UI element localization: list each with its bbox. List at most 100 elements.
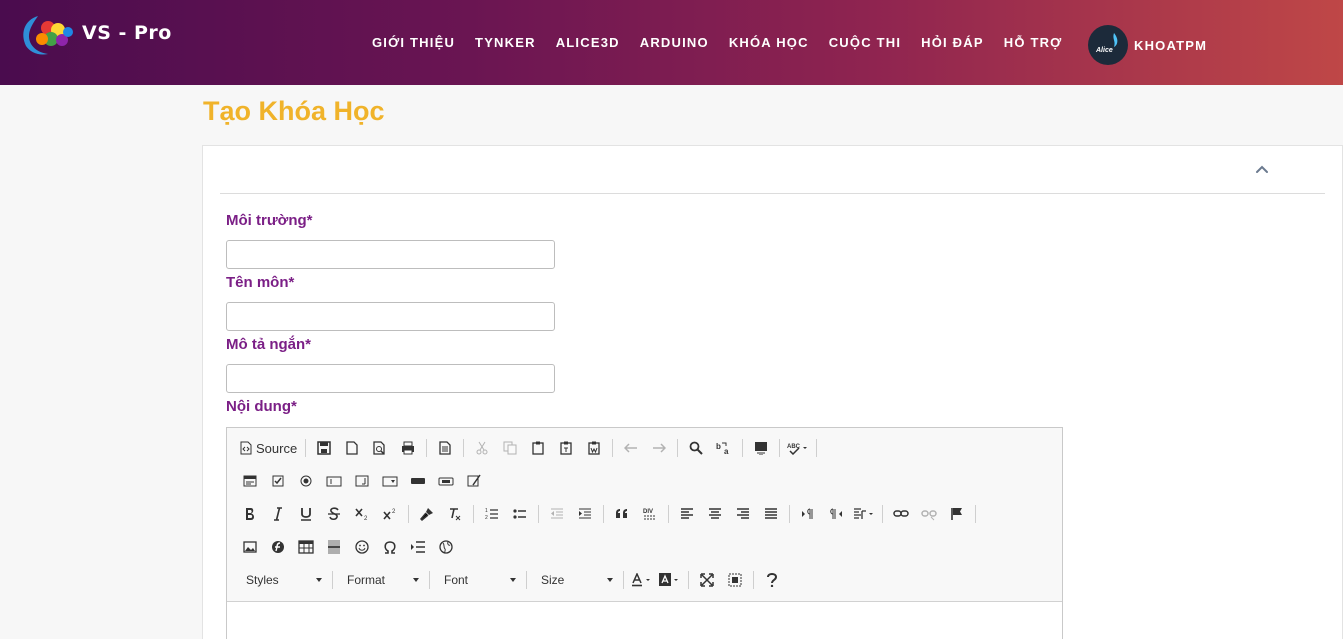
textarea-button[interactable] bbox=[348, 468, 376, 494]
paintbrush-icon bbox=[420, 508, 433, 521]
toolbar-row-2 bbox=[236, 468, 488, 494]
source-button[interactable]: Source bbox=[236, 435, 301, 461]
svg-text:DIV: DIV bbox=[643, 509, 653, 515]
svg-text:b: b bbox=[716, 442, 721, 451]
avatar[interactable]: Alice bbox=[1088, 25, 1128, 65]
nav-item-khoa-hoc[interactable]: KHÓA HỌC bbox=[719, 35, 819, 50]
table-button[interactable] bbox=[292, 534, 320, 560]
rtl-button[interactable] bbox=[822, 501, 850, 527]
form-button[interactable] bbox=[236, 468, 264, 494]
maximize-button[interactable] bbox=[693, 567, 721, 593]
nav-item-arduino[interactable]: ARDUINO bbox=[630, 35, 719, 50]
subscript-button[interactable]: 2 bbox=[348, 501, 376, 527]
environment-input[interactable] bbox=[226, 240, 555, 269]
text-field-button[interactable] bbox=[320, 468, 348, 494]
chevron-down-icon bbox=[316, 578, 322, 582]
nav-item-tynker[interactable]: TYNKER bbox=[465, 35, 546, 50]
flash-button[interactable] bbox=[264, 534, 292, 560]
templates-button[interactable] bbox=[431, 435, 459, 461]
italic-button[interactable] bbox=[264, 501, 292, 527]
copy-button[interactable] bbox=[496, 435, 524, 461]
nav-item-ho-tro[interactable]: HỖ TRỢ bbox=[994, 35, 1073, 50]
format-label: Format bbox=[347, 573, 386, 587]
spellcheck-button[interactable]: ABC bbox=[784, 435, 812, 461]
nav-item-hoi-dap[interactable]: HỎI ĐÁP bbox=[911, 35, 994, 50]
text-color-button[interactable] bbox=[628, 567, 656, 593]
copy-format-button[interactable] bbox=[413, 501, 441, 527]
preview-button[interactable] bbox=[366, 435, 394, 461]
user-menu[interactable]: Alice KHOATPM bbox=[1088, 25, 1207, 65]
source-icon bbox=[240, 441, 252, 455]
environment-label: Môi trường* bbox=[226, 212, 313, 229]
align-right-button[interactable] bbox=[729, 501, 757, 527]
new-page-button[interactable] bbox=[338, 435, 366, 461]
size-dropdown[interactable]: Size bbox=[531, 567, 619, 593]
subject-name-input[interactable] bbox=[226, 302, 555, 331]
flag-icon bbox=[951, 508, 962, 520]
smiley-button[interactable] bbox=[348, 534, 376, 560]
numbered-list-button[interactable]: 12 bbox=[478, 501, 506, 527]
site-logo[interactable]: VS - Pro bbox=[18, 12, 178, 58]
cut-button[interactable] bbox=[468, 435, 496, 461]
nav-item-cuoc-thi[interactable]: CUỘC THI bbox=[819, 35, 911, 50]
image-button-button[interactable] bbox=[432, 468, 460, 494]
outdent-button[interactable] bbox=[543, 501, 571, 527]
select-field-button[interactable] bbox=[376, 468, 404, 494]
link-button[interactable] bbox=[887, 501, 915, 527]
user-name[interactable]: KHOATPM bbox=[1134, 38, 1207, 53]
short-description-input[interactable] bbox=[226, 364, 555, 393]
align-left-button[interactable] bbox=[673, 501, 701, 527]
remove-format-button[interactable] bbox=[441, 501, 469, 527]
alice-avatar-icon: Alice bbox=[1095, 33, 1118, 54]
align-center-button[interactable] bbox=[701, 501, 729, 527]
help-button[interactable] bbox=[758, 567, 786, 593]
paste-text-button[interactable] bbox=[552, 435, 580, 461]
blockquote-button[interactable] bbox=[608, 501, 636, 527]
image-button[interactable] bbox=[236, 534, 264, 560]
background-color-button[interactable] bbox=[656, 567, 684, 593]
ltr-button[interactable] bbox=[794, 501, 822, 527]
create-div-button[interactable]: DIV bbox=[636, 501, 664, 527]
format-dropdown[interactable]: Format bbox=[337, 567, 425, 593]
hidden-field-button[interactable] bbox=[460, 468, 488, 494]
language-button[interactable] bbox=[850, 501, 878, 527]
justify-button[interactable] bbox=[757, 501, 785, 527]
bulleted-list-button[interactable] bbox=[506, 501, 534, 527]
print-button[interactable] bbox=[394, 435, 422, 461]
superscript-button[interactable]: 2 bbox=[376, 501, 404, 527]
collapse-button[interactable] bbox=[1253, 160, 1271, 178]
smiley-icon bbox=[355, 540, 369, 554]
find-button[interactable] bbox=[682, 435, 710, 461]
page-break-button[interactable] bbox=[404, 534, 432, 560]
replace-button[interactable]: ba bbox=[710, 435, 738, 461]
indent-button[interactable] bbox=[571, 501, 599, 527]
editor-content-area[interactable] bbox=[227, 601, 1062, 639]
undo-button[interactable] bbox=[617, 435, 645, 461]
text-field-icon bbox=[326, 476, 342, 487]
styles-dropdown[interactable]: Styles bbox=[236, 567, 328, 593]
remove-format-icon bbox=[450, 508, 461, 521]
show-blocks-button[interactable] bbox=[721, 567, 749, 593]
horizontal-line-button[interactable] bbox=[320, 534, 348, 560]
unlink-button[interactable] bbox=[915, 501, 943, 527]
paste-word-button[interactable] bbox=[580, 435, 608, 461]
font-dropdown[interactable]: Font bbox=[434, 567, 522, 593]
blockquote-icon bbox=[616, 509, 627, 518]
redo-button[interactable] bbox=[645, 435, 673, 461]
save-button[interactable] bbox=[310, 435, 338, 461]
bold-button[interactable] bbox=[236, 501, 264, 527]
strikethrough-button[interactable] bbox=[320, 501, 348, 527]
toolbar-separator bbox=[429, 571, 430, 589]
iframe-button[interactable] bbox=[432, 534, 460, 560]
checkbox-button[interactable] bbox=[264, 468, 292, 494]
radio-button[interactable] bbox=[292, 468, 320, 494]
special-char-button[interactable] bbox=[376, 534, 404, 560]
anchor-button[interactable] bbox=[943, 501, 971, 527]
nav-item-gioi-thieu[interactable]: GIỚI THIỆU bbox=[362, 35, 465, 50]
button-icon bbox=[411, 478, 425, 484]
nav-item-alice3d[interactable]: ALICE3D bbox=[546, 35, 630, 50]
button-element-button[interactable] bbox=[404, 468, 432, 494]
underline-button[interactable] bbox=[292, 501, 320, 527]
paste-button[interactable] bbox=[524, 435, 552, 461]
select-all-button[interactable] bbox=[747, 435, 775, 461]
